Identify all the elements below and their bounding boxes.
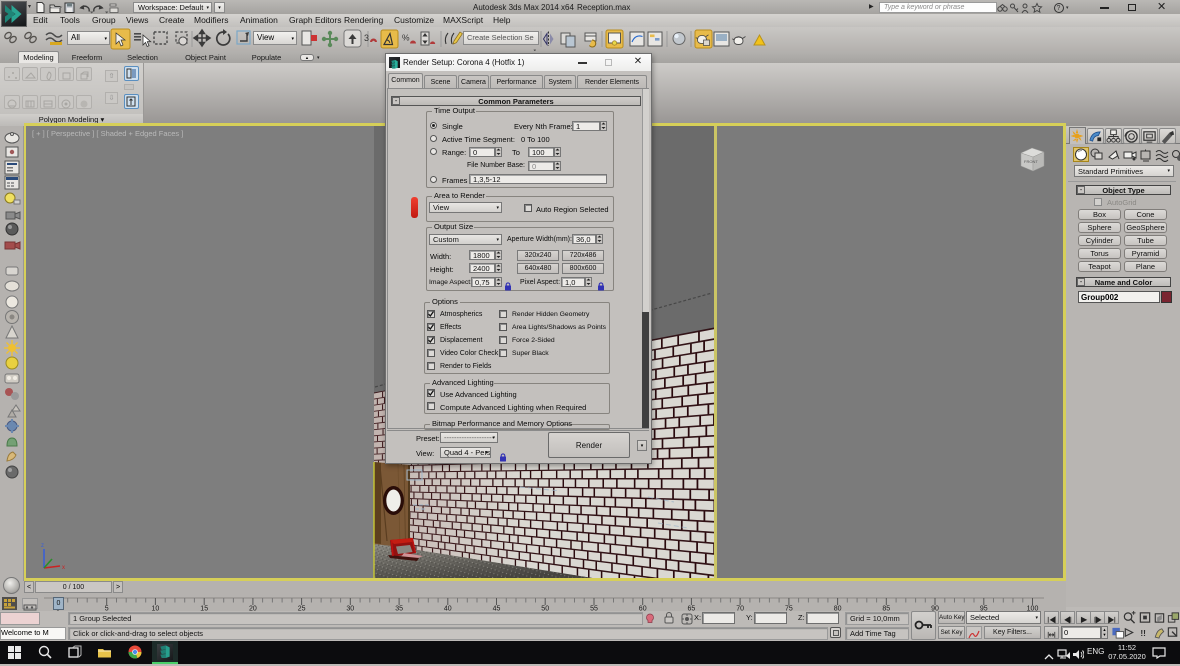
- svg-text:!!: !!: [1140, 628, 1146, 638]
- svg-text:z: z: [41, 543, 44, 549]
- svg-text:FRONT: FRONT: [1024, 159, 1038, 164]
- svg-text:x: x: [62, 565, 65, 571]
- svg-text:[ + ] [ Perspective ] [ Shaded: [ + ] [ Perspective ] [ Shaded + Edged F…: [32, 129, 183, 138]
